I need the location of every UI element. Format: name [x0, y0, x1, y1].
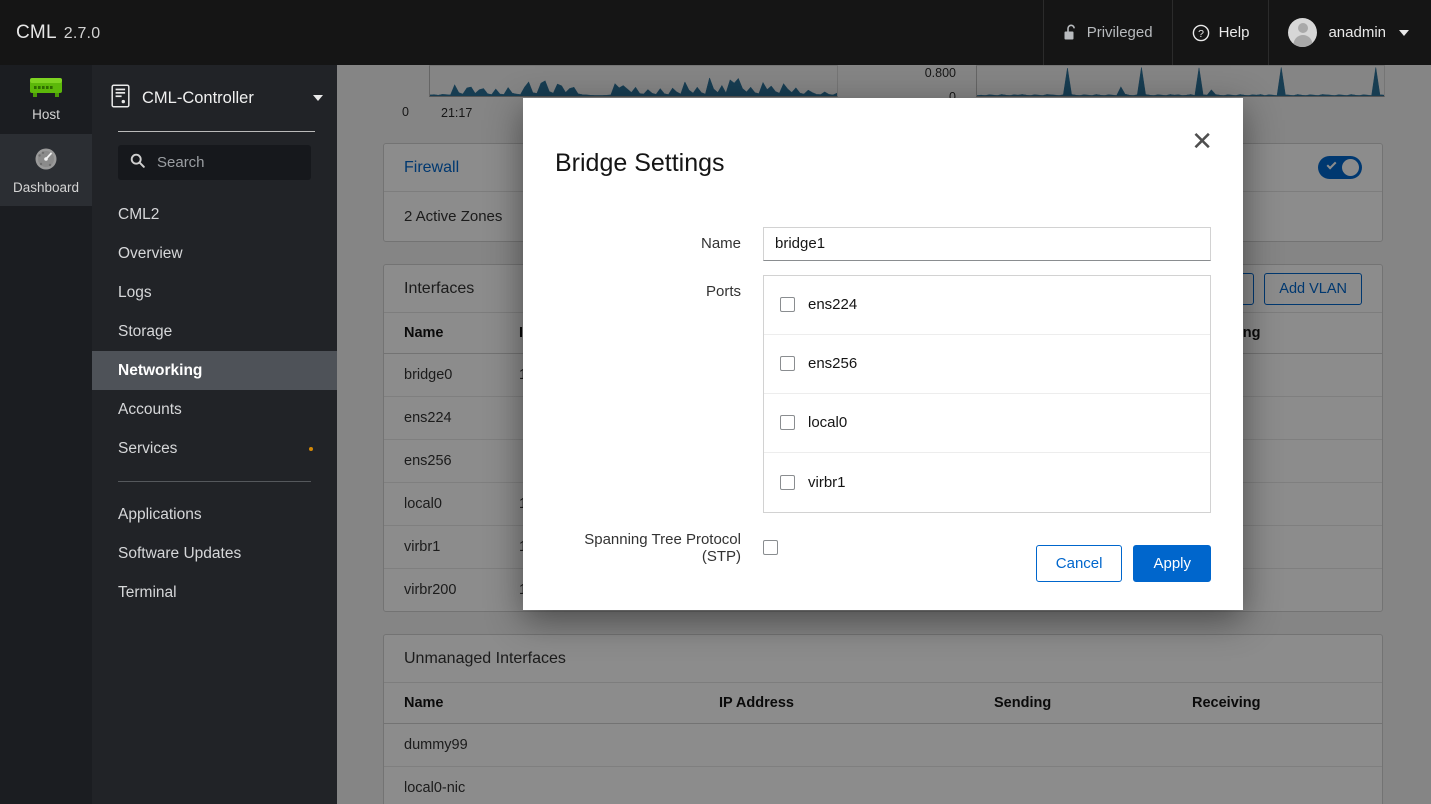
- rail-item-dashboard[interactable]: Dashboard: [0, 134, 92, 207]
- search-icon: [130, 153, 145, 173]
- port-checkbox-ens224[interactable]: [780, 297, 795, 312]
- header-actions: Privileged ? Help anadmin: [1043, 0, 1431, 65]
- svg-text:?: ?: [1198, 28, 1204, 40]
- port-checkbox-virbr1[interactable]: [780, 475, 795, 490]
- brand-name: CML: [16, 22, 57, 44]
- privileged-label: Privileged: [1087, 24, 1153, 41]
- bridge-settings-dialog: Bridge Settings ✕ Name Ports ens224 ens: [523, 98, 1243, 610]
- nav-search-wrapper: [92, 132, 337, 180]
- server-icon: [29, 77, 63, 102]
- list-item[interactable]: ens256: [764, 335, 1210, 394]
- sidebar-item-networking[interactable]: Networking: [92, 351, 337, 390]
- port-label: ens256: [808, 355, 857, 372]
- list-item[interactable]: virbr1: [764, 453, 1210, 512]
- port-checkbox-local0[interactable]: [780, 415, 795, 430]
- icon-rail: Host Dashboard: [0, 65, 92, 804]
- rail-item-dashboard-label: Dashboard: [13, 181, 79, 195]
- sidebar-item-applications[interactable]: Applications: [92, 495, 337, 534]
- sidebar-item-label: Terminal: [118, 584, 177, 602]
- stp-checkbox[interactable]: [763, 540, 778, 555]
- cancel-button[interactable]: Cancel: [1036, 545, 1123, 582]
- port-label: ens224: [808, 296, 857, 313]
- privileged-indicator[interactable]: Privileged: [1043, 0, 1172, 65]
- nav-panel: CML-Controller CML2 Overview Logs Storag…: [92, 65, 337, 804]
- port-label: virbr1: [808, 474, 846, 491]
- sidebar-item-services[interactable]: Services: [92, 429, 337, 468]
- rail-item-host-label: Host: [32, 108, 60, 122]
- sidebar-item-label: Services: [118, 440, 177, 458]
- nav-divider-middle: [118, 481, 311, 482]
- search-box[interactable]: [118, 145, 311, 180]
- apply-button[interactable]: Apply: [1133, 545, 1211, 582]
- chevron-down-icon: [1399, 30, 1409, 36]
- sidebar-item-label: Logs: [118, 284, 152, 302]
- user-menu[interactable]: anadmin: [1268, 0, 1431, 65]
- dialog-body: Name Ports ens224 ens256: [523, 199, 1243, 565]
- sidebar-item-accounts[interactable]: Accounts: [92, 390, 337, 429]
- sidebar-item-label: Accounts: [118, 401, 182, 419]
- chevron-down-icon: [313, 95, 323, 101]
- sidebar-item-logs[interactable]: Logs: [92, 273, 337, 312]
- list-item[interactable]: ens224: [764, 276, 1210, 335]
- top-header-bar: CML 2.7.0 Privileged ? Help anadm: [0, 0, 1431, 65]
- dialog-footer: Cancel Apply: [1036, 545, 1211, 582]
- ports-label: Ports: [555, 275, 763, 513]
- sidebar-item-software-updates[interactable]: Software Updates: [92, 534, 337, 573]
- sidebar-item-terminal[interactable]: Terminal: [92, 573, 337, 612]
- dialog-header: Bridge Settings ✕: [523, 98, 1243, 199]
- help-label: Help: [1219, 24, 1250, 41]
- nav-divider-top: [118, 131, 315, 132]
- tower-server-icon: [111, 84, 130, 113]
- brand-version: 2.7.0: [64, 25, 101, 43]
- port-checkbox-ens256[interactable]: [780, 356, 795, 371]
- avatar-icon: [1288, 18, 1317, 47]
- user-name: anadmin: [1328, 24, 1386, 41]
- sidebar-item-storage[interactable]: Storage: [92, 312, 337, 351]
- sidebar-item-label: Networking: [118, 362, 202, 380]
- gauge-icon: [31, 146, 61, 175]
- close-icon[interactable]: ✕: [1187, 128, 1217, 154]
- sidebar-item-label: CML2: [118, 206, 159, 224]
- sidebar-item-label: Overview: [118, 245, 183, 263]
- name-field-row: Name: [555, 227, 1211, 261]
- status-dot-icon: [309, 447, 313, 451]
- port-label: local0: [808, 414, 847, 431]
- name-field-control: [763, 227, 1211, 261]
- list-item[interactable]: local0: [764, 394, 1210, 453]
- host-selector[interactable]: CML-Controller: [92, 65, 337, 131]
- nav-group-secondary: Applications Software Updates Terminal: [92, 495, 337, 612]
- nav-group-primary: CML2 Overview Logs Storage Networking Ac…: [92, 195, 337, 468]
- unlock-icon: [1063, 24, 1078, 41]
- ports-field-row: Ports ens224 ens256 local0: [555, 275, 1211, 513]
- dialog-title: Bridge Settings: [555, 149, 725, 178]
- sidebar-item-label: Storage: [118, 323, 172, 341]
- name-label: Name: [555, 227, 763, 261]
- question-circle-icon: ?: [1192, 24, 1210, 42]
- sidebar-item-overview[interactable]: Overview: [92, 234, 337, 273]
- ports-list: ens224 ens256 local0 virbr1: [763, 275, 1211, 513]
- sidebar-item-label: Applications: [118, 506, 202, 524]
- host-selector-label: CML-Controller: [142, 89, 254, 108]
- app-brand: CML 2.7.0: [0, 22, 100, 44]
- sidebar-item-label: Software Updates: [118, 545, 241, 563]
- help-button[interactable]: ? Help: [1172, 0, 1269, 65]
- stp-label: Spanning Tree Protocol (STP): [555, 531, 763, 565]
- ports-field-control: ens224 ens256 local0 virbr1: [763, 275, 1211, 513]
- bridge-name-input[interactable]: [763, 227, 1211, 261]
- search-input[interactable]: [155, 153, 299, 172]
- sidebar-item-cml2[interactable]: CML2: [92, 195, 337, 234]
- rail-item-host[interactable]: Host: [0, 65, 92, 134]
